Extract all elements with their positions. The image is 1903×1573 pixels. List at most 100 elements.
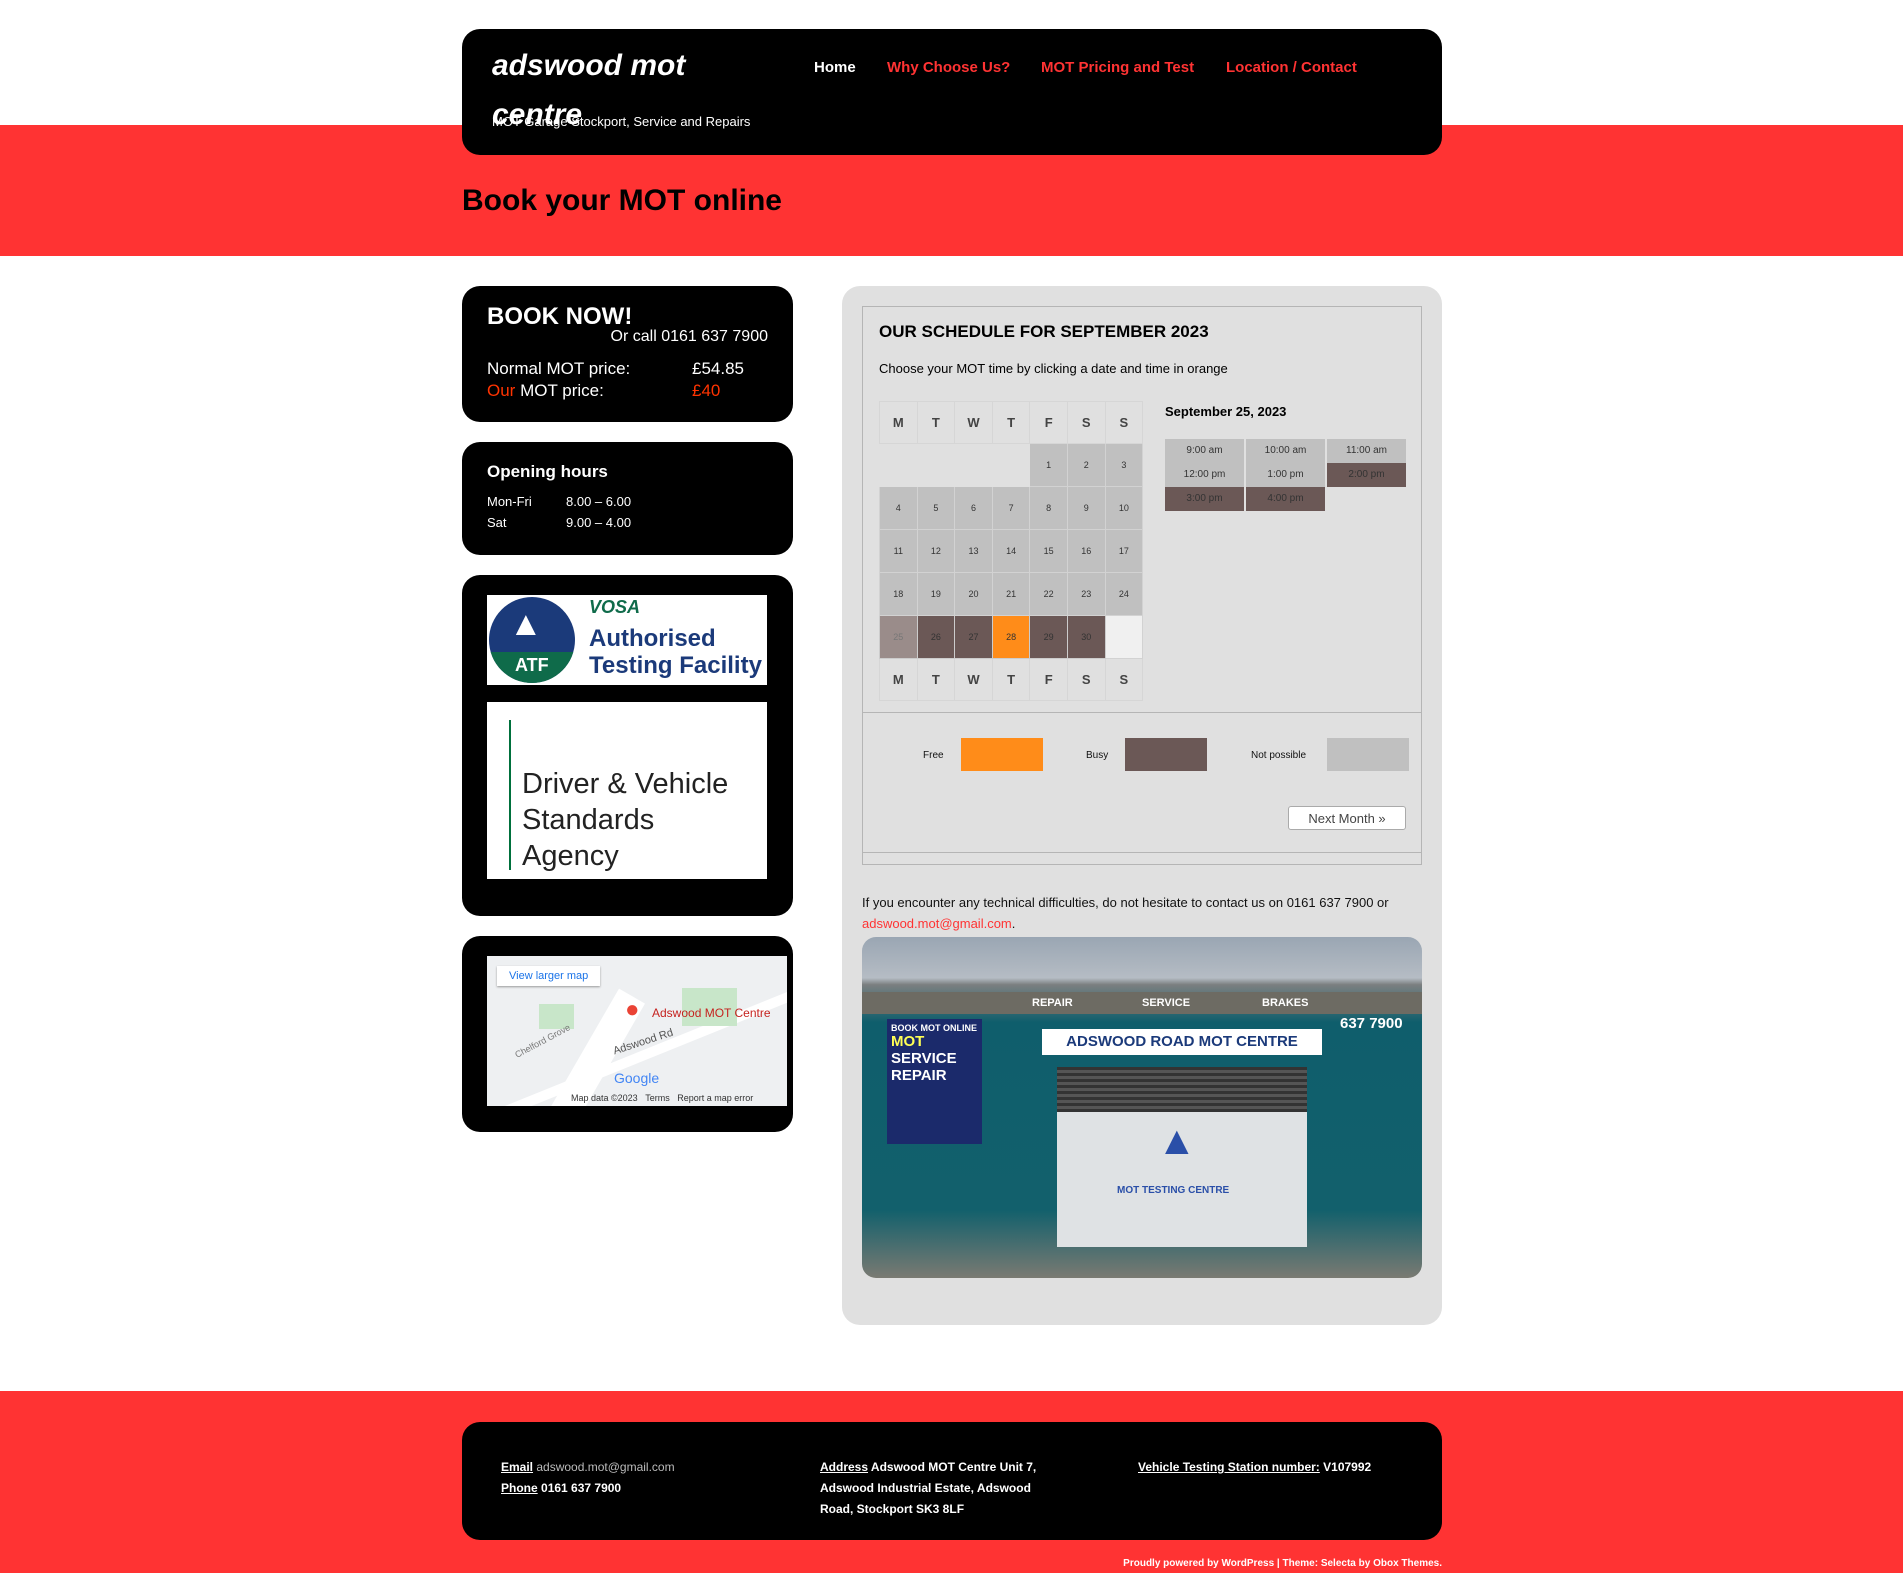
calendar-day[interactable]: 29 — [1029, 615, 1068, 659]
calendar-day: 11 — [879, 529, 918, 573]
hours-heading: Opening hours — [487, 462, 608, 481]
legend-free-label: Free — [923, 750, 944, 761]
site-footer: Email adswood.mot@gmail.com Phone 0161 63… — [462, 1422, 1442, 1540]
dvsa-logo: ♛ Driver & Vehicle Standards Agency — [487, 702, 767, 879]
map-box: View larger map ● Adswood MOT Centre Ads… — [462, 936, 793, 1132]
site-header: adswood mot centre MOT Garage Stockport,… — [462, 29, 1442, 155]
normal-price-label: Normal MOT price: — [487, 359, 631, 378]
calendar-empty-cell — [954, 443, 993, 487]
google-logo: Google — [614, 1070, 660, 1086]
weekday-header: T — [991, 658, 1031, 701]
weekday-header: T — [916, 658, 956, 701]
legend-busy-swatch — [1125, 738, 1207, 771]
map-place-label: Adswood MOT Centre — [652, 1006, 771, 1020]
calendar-day: 1 — [1029, 443, 1068, 487]
garage-photo: REPAIR SERVICE BRAKES ADSWOOD ROAD MOT C… — [862, 937, 1422, 1278]
legend-not-possible-label: Not possible — [1251, 750, 1307, 761]
footer-phone: 0161 637 7900 — [541, 1481, 622, 1495]
crest-icon: ♛ — [523, 714, 552, 750]
calendar-empty-cell — [879, 443, 918, 487]
calendar-empty-cell — [916, 443, 956, 487]
weekday-header: T — [991, 401, 1031, 444]
time-slot: 9:00 am — [1165, 439, 1244, 463]
our-price-label: Our MOT price: — [487, 381, 604, 400]
footer-email-link[interactable]: adswood.mot@gmail.com — [536, 1460, 674, 1474]
weekday-header: F — [1029, 401, 1068, 444]
calendar-empty-cell — [991, 443, 1031, 487]
nav-location-contact[interactable]: Location / Contact — [1226, 59, 1357, 76]
atf-emblem-icon: ATF ▲ — [489, 597, 575, 683]
calendar-day: 3 — [1104, 443, 1144, 487]
schedule-calendar: OUR SCHEDULE FOR SEPTEMBER 2023 Choose y… — [862, 306, 1422, 865]
garage-door: ▲ MOT TESTING CENTRE — [1057, 1067, 1307, 1247]
booking-panel: OUR SCHEDULE FOR SEPTEMBER 2023 Choose y… — [842, 286, 1442, 1325]
contact-email-link[interactable]: adswood.mot@gmail.com — [862, 916, 1012, 931]
next-month-button[interactable]: Next Month » — [1288, 806, 1406, 830]
atf-text: Authorised Testing Facility — [589, 625, 762, 679]
nav-mot-pricing[interactable]: MOT Pricing and Test — [1041, 59, 1194, 76]
calendar-grid: M T W T F S S 1 2 3 4 5 6 7 8 9 10 11 12 13 14 15 16 17 18 19 20 21… — [879, 401, 1144, 701]
time-slot: 1:00 pm — [1246, 463, 1325, 487]
call-text: Or call 0161 637 7900 — [610, 328, 768, 345]
calendar-day: 12 — [916, 529, 956, 573]
atf-logo: ATF ▲ VOSA Authorised Testing Facility — [487, 595, 767, 685]
photo-sign: ADSWOOD ROAD MOT CENTRE — [1042, 1029, 1322, 1055]
calendar-day: 22 — [1029, 572, 1068, 616]
hours-day: Mon-Fri — [487, 494, 532, 509]
map-footer: Map data ©2023 Terms Report a map error — [571, 1093, 754, 1103]
calendar-day[interactable]: 27 — [954, 615, 993, 659]
vosa-text: VOSA — [589, 597, 641, 617]
calendar-day: 18 — [879, 572, 918, 616]
calendar-day: 14 — [991, 529, 1031, 573]
calendar-day: 7 — [991, 486, 1031, 530]
calendar-day: 17 — [1104, 529, 1144, 573]
weekday-header: T — [916, 401, 956, 444]
time-slot[interactable]: 3:00 pm — [1165, 487, 1244, 511]
calendar-day: 15 — [1029, 529, 1068, 573]
time-slot: 10:00 am — [1246, 439, 1325, 463]
time-slot: 12:00 pm — [1165, 463, 1244, 487]
footer-credit: Proudly powered by WordPress | Theme: Se… — [1123, 1558, 1442, 1569]
legend-free-swatch — [961, 738, 1043, 771]
calendar-day: 2 — [1066, 443, 1106, 487]
calendar-day: 13 — [954, 529, 993, 573]
site-tagline: MOT Garage Stockport, Service and Repair… — [492, 114, 751, 129]
contact-note: If you encounter any technical difficult… — [862, 895, 1389, 931]
google-map[interactable]: View larger map ● Adswood MOT Centre Ads… — [487, 956, 787, 1106]
dvsa-text: Driver & Vehicle Standards Agency — [522, 768, 729, 872]
nav-home[interactable]: Home — [814, 59, 856, 76]
time-slot: 11:00 am — [1327, 439, 1406, 463]
weekday-header: F — [1029, 658, 1068, 701]
hours-day: Sat — [487, 515, 507, 530]
calendar-day: 19 — [916, 572, 956, 616]
nav-why-choose-us[interactable]: Why Choose Us? — [887, 59, 1010, 76]
mot-triangle-icon: ▲ — [1157, 1119, 1197, 1163]
calendar-day: 10 — [1104, 486, 1144, 530]
map-pin-icon[interactable]: ● — [625, 996, 640, 1024]
weekday-header: S — [1066, 401, 1106, 444]
calendar-empty-cell — [1104, 615, 1144, 659]
calendar-day: 8 — [1029, 486, 1068, 530]
calendar-day: 23 — [1066, 572, 1106, 616]
weekday-header: M — [879, 401, 918, 444]
calendar-day[interactable]: 26 — [916, 615, 956, 659]
calendar-day: 9 — [1066, 486, 1106, 530]
photo-board: BOOK MOT ONLINE MOT SERVICE REPAIR — [887, 1019, 982, 1144]
weekday-header: S — [1066, 658, 1106, 701]
hours-time: 8.00 – 6.00 — [566, 494, 632, 509]
calendar-day: 4 — [879, 486, 918, 530]
legend-not-possible-swatch — [1327, 738, 1409, 771]
book-now-heading: BOOK NOW! — [487, 303, 633, 330]
schedule-subtitle: Choose your MOT time by clicking a date … — [879, 361, 1228, 376]
time-slot[interactable]: 2:00 pm — [1327, 463, 1406, 487]
calendar-day: 24 — [1104, 572, 1144, 616]
calendar-day[interactable]: 25 — [879, 615, 918, 659]
calendar-day[interactable]: 28 — [991, 615, 1031, 659]
time-slot[interactable]: 4:00 pm — [1246, 487, 1325, 511]
hours-time: 9.00 – 4.00 — [566, 515, 632, 530]
weekday-header: S — [1104, 401, 1144, 444]
legend-busy-label: Busy — [1086, 750, 1109, 761]
calendar-day[interactable]: 30 — [1066, 615, 1106, 659]
view-larger-map-link[interactable]: View larger map — [497, 966, 601, 986]
calendar-day: 6 — [954, 486, 993, 530]
